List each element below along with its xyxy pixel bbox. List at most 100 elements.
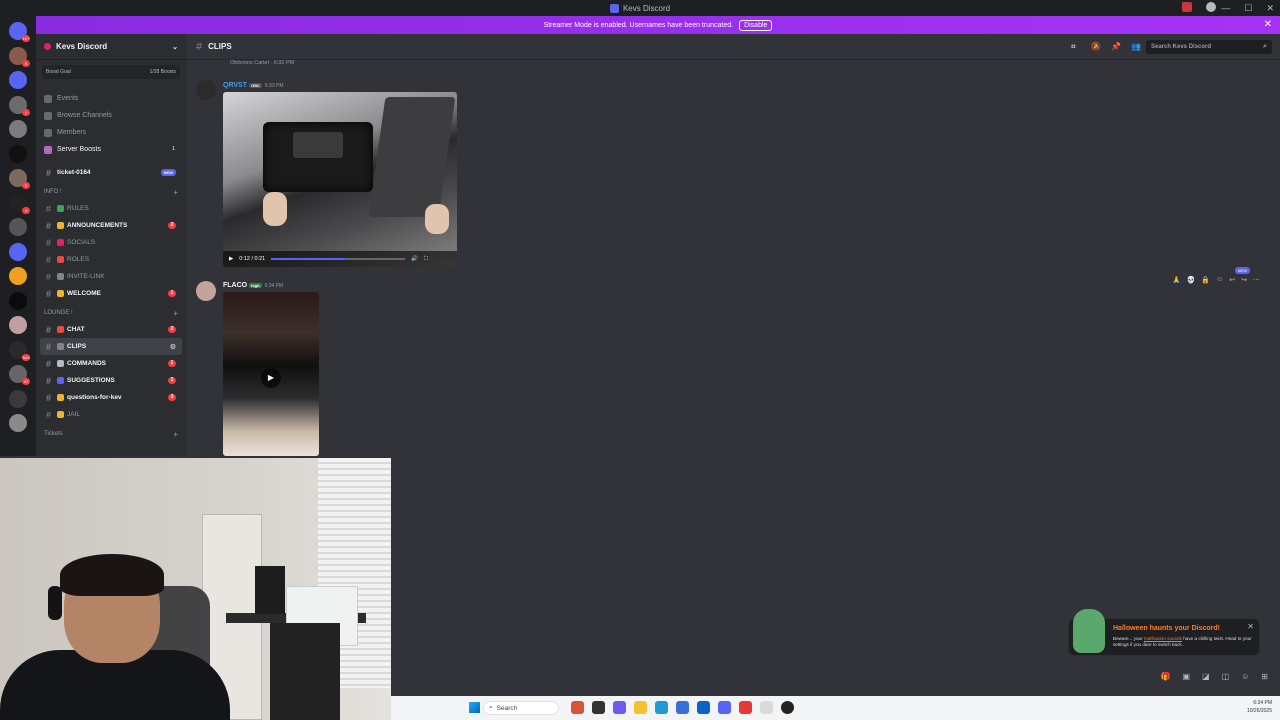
emoji-icon[interactable]: ☺	[1241, 672, 1249, 681]
inbox-icon[interactable]	[1182, 2, 1192, 12]
volume-icon[interactable]: 🔊	[411, 256, 418, 262]
skull-icon[interactable]: 💀	[1187, 276, 1196, 284]
channel-chat[interactable]: # CHAT 2	[40, 321, 182, 338]
notification-link[interactable]: notification sounds	[1144, 636, 1182, 641]
channel-suggestions[interactable]: # SUGGESTIONS 1	[40, 372, 182, 389]
widgets-icon[interactable]	[571, 701, 584, 714]
channel-jail[interactable]: # JAIL	[40, 406, 182, 423]
server-icon[interactable]: SoS	[9, 340, 30, 361]
server-icon[interactable]	[9, 71, 27, 89]
search-input[interactable]: Search Kevs Discord ⌕	[1146, 40, 1272, 54]
store-icon[interactable]	[676, 701, 689, 714]
taskbar-clock[interactable]: 6:34 PM 10/26/2025	[1247, 699, 1272, 715]
app-icon[interactable]	[760, 701, 773, 714]
server-icon[interactable]: 1K+	[9, 22, 30, 42]
video-attachment[interactable]: ▶	[223, 292, 319, 456]
server-icon[interactable]	[9, 291, 27, 310]
guild-header[interactable]: Kevs Discord ⌄	[36, 34, 186, 60]
pin-icon[interactable]: 📌	[1111, 42, 1121, 51]
server-icon[interactable]	[9, 242, 27, 261]
channel-socials[interactable]: # SOCIALS	[40, 234, 182, 251]
nav-members[interactable]: Members	[36, 124, 186, 141]
avatar[interactable]	[196, 281, 216, 301]
server-icon[interactable]: 4	[9, 193, 30, 214]
server-icon[interactable]	[9, 316, 27, 334]
server-icon[interactable]	[9, 267, 27, 285]
mute-icon[interactable]: 🔕	[1091, 42, 1101, 51]
grid-icon[interactable]: ⊞	[1261, 672, 1268, 681]
threads-icon[interactable]: ⌗	[1071, 42, 1080, 51]
channel-commands[interactable]: # COMMANDS 1	[40, 355, 182, 372]
close-icon[interactable]: ✕	[1247, 622, 1254, 631]
app-icon[interactable]	[739, 701, 752, 714]
apps-icon[interactable]: ◫	[1222, 672, 1230, 681]
channel-ticket[interactable]: # ticket-0164 NEW	[40, 164, 182, 181]
server-icon[interactable]	[9, 144, 27, 163]
boost-count: 1/28 Boosts	[149, 69, 176, 75]
server-icon[interactable]: 47	[9, 365, 30, 385]
server-icon[interactable]: 1	[9, 95, 30, 116]
channel-questions-for-kev[interactable]: # questions-for-kev 3	[40, 389, 182, 406]
channel-announcements[interactable]: # ANNOUNCEMENTS 2	[40, 217, 182, 234]
server-icon[interactable]	[9, 218, 27, 236]
nav-events[interactable]: Events	[36, 90, 186, 107]
reply-icon[interactable]: ↩	[1229, 276, 1235, 284]
fullscreen-icon[interactable]: ⛶	[424, 256, 428, 263]
channel-rules[interactable]: # RULES	[40, 200, 182, 217]
edge-icon[interactable]	[655, 701, 668, 714]
obs-icon[interactable]	[781, 701, 794, 714]
reply-reference[interactable]: Oblivions Cartel · 6:32 PM	[230, 60, 294, 66]
reaction-icon[interactable]: 🙏	[1172, 276, 1181, 284]
taskbar-search[interactable]: ⌕ Search	[483, 701, 559, 715]
server-icon[interactable]	[9, 389, 27, 408]
username[interactable]: QRVST	[223, 82, 247, 89]
gift-icon[interactable]: 🎁	[1160, 672, 1170, 681]
channel-clips[interactable]: # CLIPS ⚙	[40, 338, 182, 355]
more-icon[interactable]: ⋯	[1253, 276, 1260, 284]
nav-server-boosts[interactable]: Server Boosts 1	[36, 141, 186, 158]
banner-close-icon[interactable]: ✕	[1264, 19, 1272, 30]
server-icon[interactable]	[9, 120, 27, 138]
avatar[interactable]	[196, 80, 216, 100]
category-lounge[interactable]: LOUNGE ! +	[36, 305, 186, 321]
close-window-button[interactable]: ✕	[1266, 3, 1274, 14]
server-icon[interactable]	[9, 414, 27, 432]
help-icon[interactable]	[1206, 2, 1216, 12]
lock-icon[interactable]: 🔒	[1201, 276, 1210, 284]
maximize-button[interactable]: ☐	[1244, 3, 1252, 14]
disable-streamer-mode-button[interactable]: Disable	[739, 19, 773, 31]
members-list-icon[interactable]: 👥	[1131, 42, 1141, 51]
add-channel-icon[interactable]: +	[173, 188, 178, 197]
add-reaction-icon[interactable]: ☺	[1216, 276, 1223, 284]
minimize-button[interactable]: —	[1221, 3, 1230, 13]
task-view-icon[interactable]	[592, 701, 605, 714]
add-channel-icon[interactable]: +	[173, 309, 178, 318]
message-author[interactable]: FLACO high 6:34 PM	[223, 282, 283, 289]
windows-start-icon[interactable]	[469, 702, 480, 713]
nav-browse-channels[interactable]: Browse Channels	[36, 107, 186, 124]
video-progress[interactable]	[271, 258, 406, 260]
boost-goal[interactable]: Boost Goal 1/28 Boosts	[42, 65, 180, 79]
channel-invite-link[interactable]: # INVITE-LINK	[40, 268, 182, 285]
play-icon[interactable]: ▶	[229, 256, 233, 262]
category-info[interactable]: INFO ! +	[36, 184, 186, 200]
server-icon[interactable]: 6	[9, 46, 30, 67]
play-button[interactable]: ▶	[261, 368, 281, 388]
channel-roles[interactable]: # ROLES	[40, 251, 182, 268]
halloween-notification[interactable]: Halloween haunts your Discord! Beware...…	[1068, 609, 1260, 656]
discord-taskbar-icon[interactable]	[718, 701, 731, 714]
username[interactable]: FLACO	[223, 282, 247, 289]
outlook-icon[interactable]	[697, 701, 710, 714]
copilot-icon[interactable]	[613, 701, 626, 714]
server-icon[interactable]: 5	[9, 169, 30, 189]
gif-icon[interactable]: ▣	[1182, 672, 1190, 681]
category-tickets[interactable]: Tickets +	[36, 426, 186, 442]
file-explorer-icon[interactable]	[634, 701, 647, 714]
add-channel-icon[interactable]: +	[173, 430, 178, 439]
video-attachment[interactable]: ▶ 0:12 / 0:21 🔊 ⛶	[223, 92, 457, 267]
channel-welcome[interactable]: # WELCOME 1	[40, 285, 182, 302]
message-author[interactable]: QRVST OBC 6:33 PM	[223, 82, 284, 89]
channel-settings-icon[interactable]: ⚙	[170, 343, 176, 351]
sticker-icon[interactable]: ◪	[1202, 672, 1210, 681]
forward-icon[interactable]: ↪	[1241, 276, 1247, 284]
